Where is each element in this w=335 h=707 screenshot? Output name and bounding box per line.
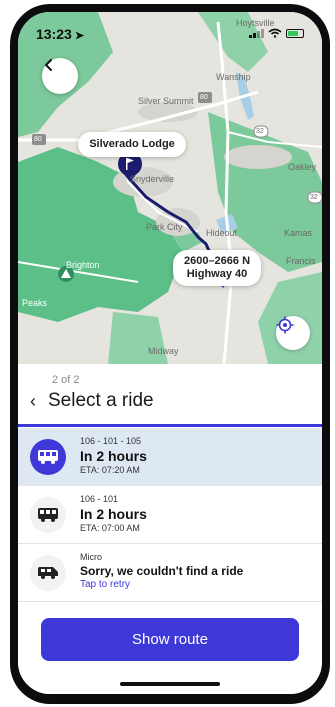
map-label-town: Brighton [66,260,100,270]
status-time: 13:23 ➤ [36,26,84,42]
bus-icon [30,497,66,533]
status-bar: 13:23 ➤ [18,12,322,56]
ride-option-3[interactable]: Micro Sorry, we couldn't find a ride Tap… [18,544,322,602]
destination-line1: 2600–2666 N [183,255,251,267]
map-label-town: Park City [146,222,183,232]
chevron-left-icon: ‹ [30,390,36,411]
status-time-text: 13:23 [36,26,72,42]
ride-selection-sheet: 2 of 2 ‹ Select a ride 106 - 101 - 105 I… [18,364,322,694]
map-label-town: Kamas [284,228,313,238]
ride-eta: ETA: 07:00 AM [80,523,140,533]
ride-eta: ETA: 07:20 AM [80,465,140,475]
map-label-town: Oakley [288,162,317,172]
road-shield-number: 80 [34,136,42,143]
step-indicator: 2 of 2 [52,374,80,386]
map-label-town: Silver Summit [138,96,194,106]
destination-callout[interactable]: 2600–2666 N Highway 40 [173,250,261,286]
location-arrow-icon: ➤ [74,30,85,42]
ride-route-numbers: 106 - 101 - 105 [80,436,142,446]
sheet-title: Select a ride [48,390,154,411]
ride-departure-time: In 2 hours [80,506,147,522]
phone-frame: Hoytsville Wanship Silver Summit Snyderv… [10,4,330,704]
bus-icon [30,439,66,475]
road-shield-number: 80 [200,94,208,101]
ride-option-2[interactable]: 106 - 101 In 2 hours ETA: 07:00 AM [18,486,322,544]
show-route-button[interactable]: Show route [41,618,299,661]
status-icons [249,28,304,38]
cellular-signal-icon [249,28,264,38]
map-label-town: Peaks [22,298,48,308]
road-shield-number: 32 [256,128,264,135]
origin-callout[interactable]: Silverado Lodge [78,132,186,157]
map-label-town: Wanship [216,72,251,82]
map-label-town: Midway [148,346,179,356]
map-label-town: Hideout [206,228,238,238]
van-icon [30,555,66,591]
chevron-left-icon [45,59,52,71]
app-screen: Hoytsville Wanship Silver Summit Snyderv… [18,12,322,694]
battery-charging-icon [286,28,304,38]
recenter-location-button[interactable] [276,316,310,350]
ride-route-numbers: 106 - 101 [80,494,119,504]
ride-option-1[interactable]: 106 - 101 - 105 In 2 hours ETA: 07:20 AM [18,428,322,486]
wifi-icon [268,28,282,38]
sheet-back-button[interactable]: ‹ Select a ride [30,390,154,412]
map-label-town: Francis [286,256,316,266]
ride-departure-time: In 2 hours [80,448,147,464]
crosshair-location-icon [276,316,294,334]
retry-link[interactable]: Tap to retry [80,579,130,590]
home-indicator[interactable] [120,682,220,686]
map-back-button[interactable] [42,58,78,94]
map-view[interactable]: Hoytsville Wanship Silver Summit Snyderv… [18,12,322,364]
map-label-town: Snyderville [130,174,175,184]
ride-unavailable-message: Sorry, we couldn't find a ride [80,564,244,578]
destination-line2: Highway 40 [186,268,248,280]
progress-divider [18,424,322,427]
road-shield-number: 32 [310,194,318,201]
ride-service-name: Micro [80,552,102,562]
